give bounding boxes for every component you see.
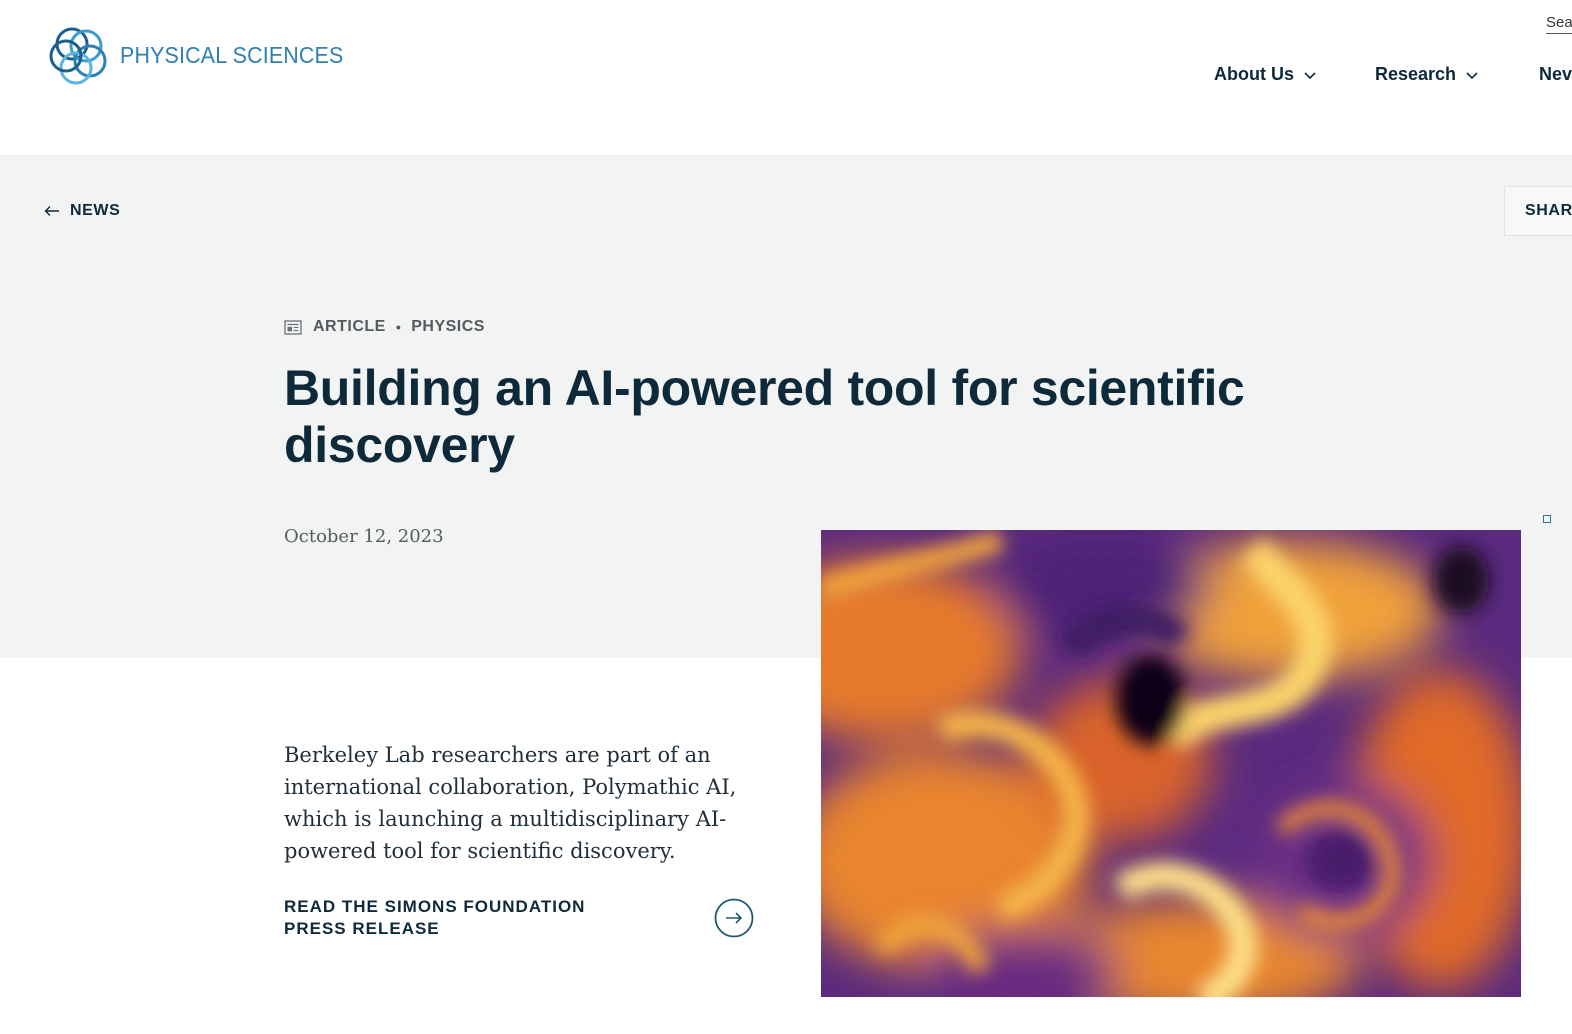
logo-text: PHYSICAL SCIENCES: [120, 41, 344, 68]
share-button-label: SHAR: [1525, 202, 1572, 219]
nav-item-label: Research: [1375, 64, 1457, 84]
chevron-down-icon: [1304, 71, 1316, 79]
search-input[interactable]: Sea: [1546, 14, 1572, 34]
press-release-link[interactable]: READ THE SIMONS FOUNDATION PRESS RELEASE: [284, 896, 754, 940]
back-to-news-link[interactable]: NEWS: [44, 202, 120, 220]
content-type-label: ARTICLE: [313, 318, 386, 335]
article-meta: ARTICLE • PHYSICS: [284, 318, 485, 336]
nav-item-about-us[interactable]: About Us: [1214, 64, 1317, 85]
image-caption-toggle[interactable]: [1543, 515, 1551, 523]
arrow-left-icon: [44, 206, 59, 216]
page-title: Building an AI-powered tool for scientif…: [284, 360, 1245, 473]
site-logo[interactable]: PHYSICAL SCIENCES: [46, 22, 360, 88]
meta-separator: •: [395, 319, 402, 335]
press-release-label: READ THE SIMONS FOUNDATION PRESS RELEASE: [284, 897, 586, 938]
category-link[interactable]: PHYSICS: [411, 318, 485, 336]
circle-arrow-right-icon: [714, 898, 754, 938]
article-summary: Berkeley Lab researchers are part of an …: [284, 743, 737, 863]
fluid-simulation-image: [821, 530, 1521, 997]
nav-item-label: Nev: [1539, 64, 1572, 84]
nav-item-research[interactable]: Research: [1375, 64, 1479, 85]
newspaper-icon: [284, 319, 302, 335]
nav-item-news[interactable]: Nev: [1539, 64, 1572, 85]
site-header: PHYSICAL SCIENCES Sea About Us Research …: [0, 0, 1572, 155]
share-button[interactable]: SHAR: [1504, 186, 1572, 236]
chevron-down-icon: [1466, 71, 1478, 79]
nav-item-label: About Us: [1214, 64, 1294, 84]
publish-date: October 12, 2023: [284, 526, 444, 547]
back-link-label: NEWS: [70, 202, 121, 219]
main-nav: About Us Research Nev: [1214, 64, 1572, 85]
featured-image: [821, 530, 1521, 997]
interlocking-rings-logo-icon: [49, 27, 107, 85]
